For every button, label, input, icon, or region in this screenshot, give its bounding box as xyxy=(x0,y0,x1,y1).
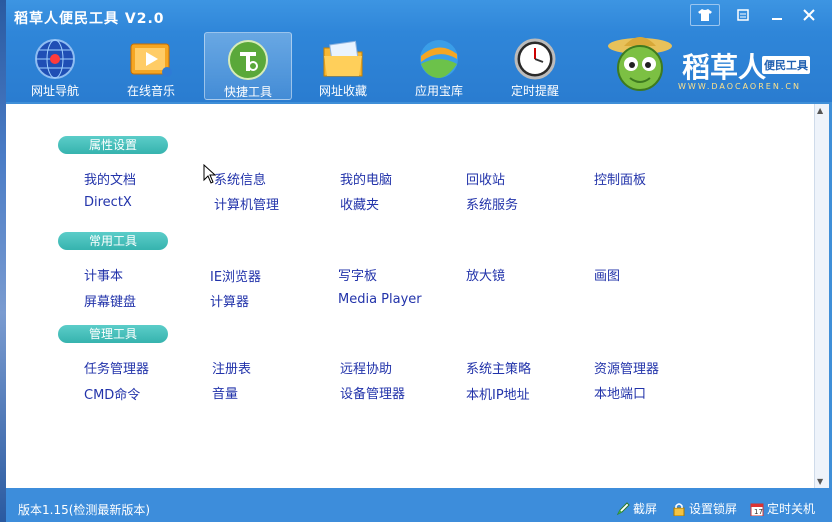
main-toolbar: 网址导航 在线音乐 快捷工具 网址收藏 应用宝库 定时提醒 稻草人 便民工具 W… xyxy=(6,32,832,102)
link-control-panel[interactable]: 控制面板 xyxy=(594,169,646,188)
link-local-ports[interactable]: 本地端口 xyxy=(594,383,646,402)
timed-shutdown-label: 定时关机 xyxy=(767,502,816,516)
lock-icon xyxy=(673,503,685,516)
section-header-common-tools: 常用工具 xyxy=(58,232,168,250)
link-notepad[interactable]: 计事本 xyxy=(84,265,123,284)
menu-button[interactable] xyxy=(728,4,758,26)
section-header-properties: 属性设置 xyxy=(58,136,168,154)
link-cmd[interactable]: CMD命令 xyxy=(84,384,140,403)
link-my-documents[interactable]: 我的文档 xyxy=(84,169,136,188)
link-remote-assistance[interactable]: 远程协助 xyxy=(340,358,392,377)
globe-icon xyxy=(35,39,75,79)
close-icon xyxy=(803,9,815,21)
minimize-icon xyxy=(772,18,782,20)
lock-screen-label: 设置锁屏 xyxy=(689,502,738,516)
brand-subtitle: 便民工具 xyxy=(762,56,810,74)
window-title: 稻草人便民工具 V2.0 xyxy=(14,11,165,27)
status-bar: 版本1.15(检测最新版本) 截屏 设置锁屏 17 定时关机 xyxy=(6,488,832,522)
title-bar[interactable]: 稻草人便民工具 V2.0 xyxy=(6,0,832,32)
ball-icon xyxy=(420,40,458,78)
link-group-policy[interactable]: 系统主策略 xyxy=(466,358,531,377)
link-system-info[interactable]: 系统信息 xyxy=(214,169,266,188)
svg-text:17: 17 xyxy=(754,508,763,516)
music-video-icon xyxy=(130,43,172,77)
version-link[interactable]: 版本1.15(检测最新版本) xyxy=(18,501,150,518)
tool-bookmarks[interactable]: 网址收藏 xyxy=(300,32,386,98)
link-directx[interactable]: DirectX xyxy=(84,195,132,210)
link-on-screen-keyboard[interactable]: 屏幕键盘 xyxy=(84,291,136,310)
wrench-icon xyxy=(228,40,268,80)
tool-online-music[interactable]: 在线音乐 xyxy=(108,32,194,98)
tool-panel: 属性设置 我的文档 系统信息 我的电脑 回收站 控制面板 DirectX 计算机… xyxy=(6,104,814,488)
clock-icon xyxy=(514,38,556,80)
lock-screen-button[interactable]: 设置锁屏 xyxy=(672,500,737,517)
mouse-cursor-icon xyxy=(203,164,217,184)
brand-url: WWW.DAOCAOREN.CN xyxy=(678,82,801,91)
link-favorites[interactable]: 收藏夹 xyxy=(340,194,379,213)
tool-label: 定时提醒 xyxy=(510,84,559,98)
menu-icon xyxy=(737,9,749,21)
folder-icon xyxy=(323,40,363,77)
link-local-ip[interactable]: 本机IP地址 xyxy=(466,384,530,403)
skin-button[interactable] xyxy=(690,4,720,26)
link-task-manager[interactable]: 任务管理器 xyxy=(84,358,149,377)
pen-icon xyxy=(616,502,630,516)
section-header-admin-tools: 管理工具 xyxy=(58,325,168,343)
brand-name: 稻草人 xyxy=(682,51,767,84)
link-magnifier[interactable]: 放大镜 xyxy=(466,265,505,284)
tool-label: 在线音乐 xyxy=(126,84,175,98)
link-system-services[interactable]: 系统服务 xyxy=(466,194,518,213)
tool-label: 网址收藏 xyxy=(318,84,367,98)
scroll-down-icon[interactable]: ▼ xyxy=(817,477,823,486)
vertical-scrollbar[interactable]: ▲ ▼ xyxy=(814,104,829,488)
close-button[interactable] xyxy=(794,4,824,26)
link-paint[interactable]: 画图 xyxy=(594,265,620,284)
link-ie-browser[interactable]: IE浏览器 xyxy=(210,266,261,285)
link-computer-management[interactable]: 计算机管理 xyxy=(214,194,279,213)
tool-label: 网址导航 xyxy=(30,84,79,98)
link-volume[interactable]: 音量 xyxy=(212,383,238,402)
screenshot-button[interactable]: 截屏 xyxy=(616,500,657,517)
tool-label: 应用宝库 xyxy=(414,84,463,98)
timed-shutdown-button[interactable]: 17 定时关机 xyxy=(750,500,815,517)
link-recycle-bin[interactable]: 回收站 xyxy=(466,169,505,188)
scroll-up-icon[interactable]: ▲ xyxy=(817,106,823,115)
link-explorer[interactable]: 资源管理器 xyxy=(594,358,659,377)
minimize-button[interactable] xyxy=(762,4,792,26)
shirt-icon xyxy=(698,9,712,21)
tool-label: 快捷工具 xyxy=(223,85,272,99)
brand-logo: 稻草人 便民工具 WWW.DAOCAOREN.CN xyxy=(604,32,832,102)
link-registry[interactable]: 注册表 xyxy=(212,358,251,377)
app-window: 稻草人便民工具 V2.0 网址导航 在线音乐 快捷工具 网址收藏 应用宝库 定时… xyxy=(0,0,832,522)
calendar-icon: 17 xyxy=(750,503,764,516)
screenshot-label: 截屏 xyxy=(633,502,658,516)
tool-app-store[interactable]: 应用宝库 xyxy=(396,32,482,98)
tool-timer-reminder[interactable]: 定时提醒 xyxy=(492,32,578,98)
scarecrow-mascot-icon xyxy=(608,37,672,91)
link-media-player[interactable]: Media Player xyxy=(338,292,422,307)
tool-web-nav[interactable]: 网址导航 xyxy=(12,32,98,98)
link-device-manager[interactable]: 设备管理器 xyxy=(340,383,405,402)
link-calculator[interactable]: 计算器 xyxy=(210,291,249,310)
link-wordpad[interactable]: 写字板 xyxy=(338,265,377,284)
tool-quick-tools[interactable]: 快捷工具 xyxy=(204,32,292,100)
link-my-computer[interactable]: 我的电脑 xyxy=(340,169,392,188)
